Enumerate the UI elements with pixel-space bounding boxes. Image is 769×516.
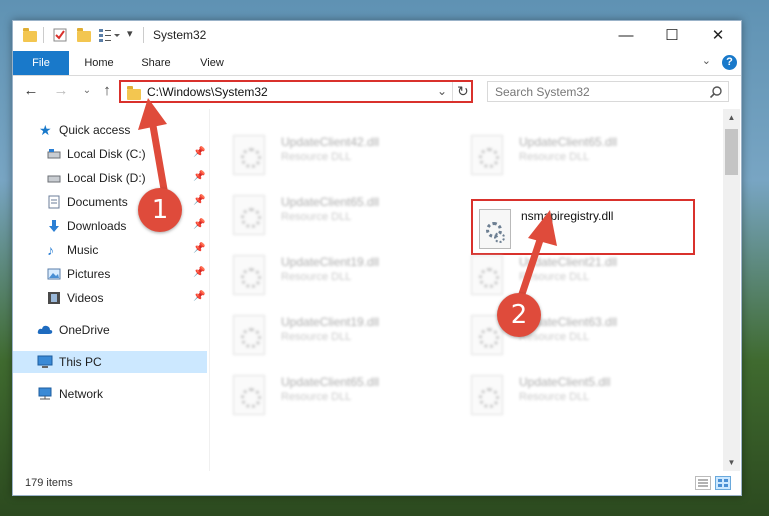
arrow-to-address-bar: [138, 98, 169, 199]
annotation-arrows: [138, 98, 557, 304]
step-1-badge: 1: [138, 188, 182, 232]
arrow-to-highlighted-file: [516, 210, 557, 304]
step-2-badge: 2: [497, 293, 541, 337]
